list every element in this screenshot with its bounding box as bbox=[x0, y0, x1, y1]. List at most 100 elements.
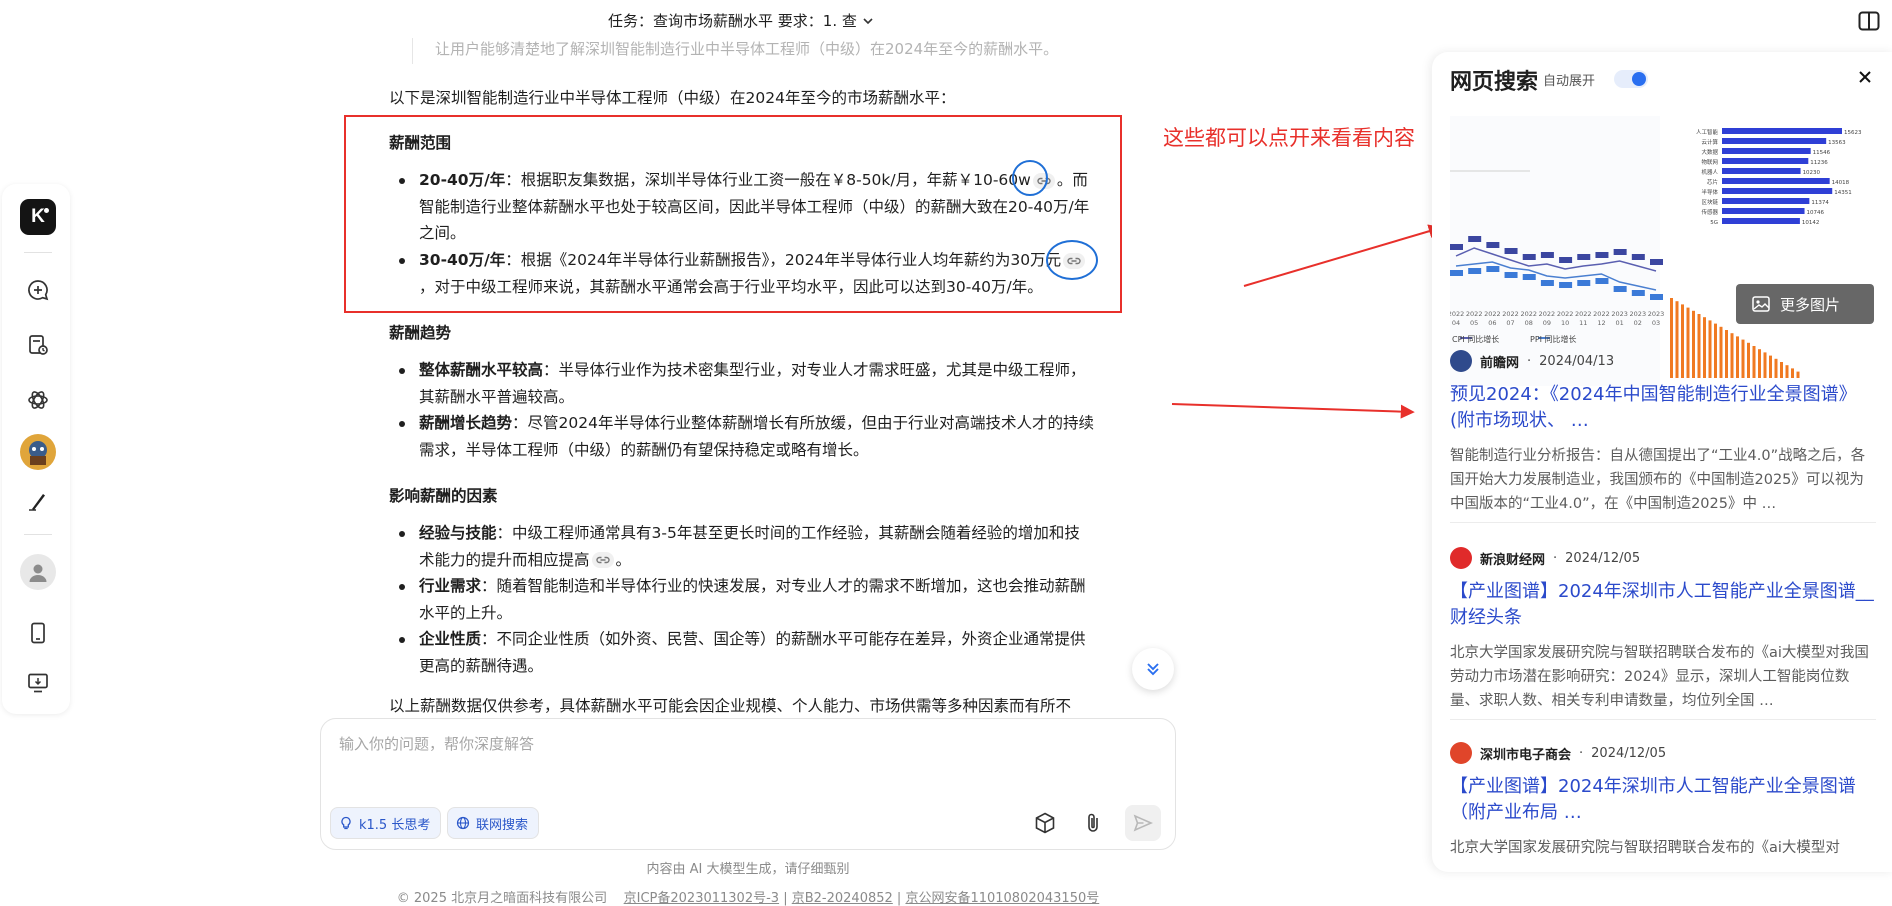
x-tick-label: 2022 bbox=[1466, 310, 1483, 318]
attach-button[interactable] bbox=[1075, 805, 1111, 841]
x-tick-label: 05 bbox=[1470, 319, 1478, 327]
x-tick-label: 2022 bbox=[1539, 310, 1556, 318]
source-favicon-icon bbox=[1450, 547, 1472, 569]
cpi-data-label bbox=[1522, 254, 1536, 260]
bar-category-label: 半导体 bbox=[1701, 188, 1718, 196]
bar-value-label: 14018 bbox=[1832, 180, 1850, 186]
auto-expand-label: 自动展开 bbox=[1543, 74, 1596, 89]
legend-label: PPI 同比增长 bbox=[1530, 334, 1577, 344]
image-icon bbox=[1752, 296, 1770, 312]
more-images-label: 更多图片 bbox=[1780, 295, 1841, 314]
close-icon bbox=[1859, 71, 1871, 83]
bar-value-label: 10142 bbox=[1802, 220, 1820, 226]
result-title-link[interactable]: 预见2024：《2024年中国智能制造行业全景图谱》(附市场现状、 … bbox=[1450, 382, 1876, 434]
source-name: 前瞻网 bbox=[1480, 355, 1520, 371]
bar-value-label: 13563 bbox=[1828, 140, 1846, 146]
b2-link[interactable]: 京B2-20240852 bbox=[792, 891, 893, 906]
x-tick-label: 10 bbox=[1561, 319, 1569, 327]
source-name: 新浪财经网 bbox=[1480, 552, 1546, 568]
result-divider bbox=[1450, 719, 1876, 720]
bar-category-label: 大数据 bbox=[1701, 148, 1718, 156]
preview-chart-images: 2022042022052022062022072022082022092022… bbox=[1448, 116, 1874, 386]
bar-value-label: 15623 bbox=[1844, 130, 1862, 136]
annotation-arrow bbox=[1243, 224, 1443, 287]
result-source: 新浪财经网 · 2024/12/05 bbox=[1450, 547, 1876, 569]
x-tick-label: 2022 bbox=[1557, 310, 1574, 318]
search-result[interactable]: 深圳市电子商会 · 2024/12/05 【产业图谱】2024年深圳市人工智能产业… bbox=[1450, 742, 1876, 860]
search-result[interactable]: 前瞻网 · 2024/04/13 预见2024：《2024年中国智能制造行业全景图… bbox=[1450, 350, 1876, 523]
ppi-data-label bbox=[1450, 270, 1463, 276]
bar-mark bbox=[1722, 158, 1809, 164]
bar-value-label: 11546 bbox=[1813, 150, 1831, 156]
x-tick-label: 2022 bbox=[1450, 310, 1464, 318]
x-tick-label: 2022 bbox=[1502, 310, 1519, 318]
bar-category-label: 机器人 bbox=[1701, 168, 1718, 176]
send-button[interactable] bbox=[1125, 805, 1161, 841]
paperclip-icon bbox=[1088, 813, 1098, 832]
x-tick-label: 2022 bbox=[1520, 310, 1537, 318]
bar-category-label: 物联网 bbox=[1701, 158, 1718, 166]
result-snippet: 北京大学国家发展研究院与智联招聘联合发布的《ai大模型对我国劳动力市场潜在影响研… bbox=[1450, 645, 1869, 709]
ai-disclaimer: 内容由 AI 大模型生成，请仔细甄别 bbox=[646, 862, 850, 877]
bar-mark bbox=[1722, 128, 1842, 134]
cpi-data-label bbox=[1595, 252, 1609, 258]
ppi-data-label bbox=[1486, 266, 1500, 272]
cpi-data-label bbox=[1486, 242, 1500, 248]
source-name: 深圳市电子商会 bbox=[1480, 747, 1572, 763]
police-link[interactable]: 京公网安备11010802043150号 bbox=[905, 891, 1099, 906]
icp-link[interactable]: 京ICP备2023011302号-3 bbox=[624, 891, 779, 906]
x-tick-label: 2022 bbox=[1484, 310, 1501, 318]
bar-category-label: 芯片 bbox=[1707, 178, 1718, 186]
cpi-data-label bbox=[1468, 236, 1482, 242]
cube-tool-button[interactable] bbox=[1027, 805, 1063, 841]
ppi-data-label bbox=[1577, 280, 1591, 286]
source-favicon-icon bbox=[1450, 742, 1472, 764]
footer-legal: © 2025 北京月之暗面科技有限公司 京ICP备2023011302号-3 |… bbox=[396, 891, 1100, 906]
bar-value-label: 11236 bbox=[1810, 160, 1828, 166]
bar-value-label: 10230 bbox=[1803, 170, 1821, 176]
ppi-data-label bbox=[1504, 272, 1518, 278]
bar-mark bbox=[1722, 148, 1811, 154]
result-source: 前瞻网 · 2024/04/13 bbox=[1450, 350, 1876, 372]
bar-category-label: 传感器 bbox=[1701, 208, 1718, 216]
bar-mark bbox=[1722, 168, 1801, 174]
cpi-data-label bbox=[1540, 252, 1554, 258]
result-snippet: 北京大学国家发展研究院与智联招聘联合发布的《ai大模型对 bbox=[1450, 840, 1840, 856]
chip-label: 联网搜索 bbox=[476, 817, 529, 833]
ppi-data-label bbox=[1540, 280, 1554, 286]
bar-mark bbox=[1722, 188, 1833, 194]
web-search-toggle[interactable]: 联网搜索 bbox=[447, 807, 540, 839]
bar-mark bbox=[1722, 198, 1810, 204]
x-tick-label: 08 bbox=[1525, 319, 1533, 327]
source-date: 2024/04/13 bbox=[1539, 353, 1615, 369]
x-tick-label: 2023 bbox=[1611, 310, 1628, 318]
close-panel-button[interactable] bbox=[1854, 66, 1876, 88]
chip-label: k1.5 长思考 bbox=[359, 817, 431, 833]
bar-mark bbox=[1722, 138, 1827, 144]
cpi-data-label bbox=[1577, 254, 1591, 260]
chat-input[interactable] bbox=[339, 735, 1139, 753]
more-images-button[interactable]: 更多图片 bbox=[1736, 284, 1874, 324]
ppi-data-label bbox=[1468, 268, 1482, 274]
cube-icon bbox=[1035, 812, 1055, 834]
legend-label: CPI 同比增长 bbox=[1452, 334, 1499, 344]
x-tick-label: 09 bbox=[1543, 319, 1551, 327]
result-divider bbox=[1450, 522, 1876, 523]
x-tick-label: 2022 bbox=[1575, 310, 1592, 318]
result-title-link[interactable]: 【产业图谱】2024年深圳市人工智能产业全景图谱__财经头条 bbox=[1450, 579, 1876, 631]
ppi-data-label bbox=[1595, 278, 1609, 284]
bar-category-label: 区块链 bbox=[1701, 198, 1718, 206]
source-favicon-icon bbox=[1450, 350, 1472, 372]
cpi-data-label bbox=[1450, 244, 1463, 250]
long-thinking-toggle[interactable]: k1.5 长思考 bbox=[330, 807, 442, 839]
result-title-link[interactable]: 【产业图谱】2024年深圳市人工智能产业全景图谱（附产业布局 … bbox=[1450, 774, 1876, 826]
source-date: 2024/12/05 bbox=[1565, 550, 1641, 566]
source-date: 2024/12/05 bbox=[1591, 745, 1667, 761]
auto-expand-toggle[interactable] bbox=[1614, 70, 1648, 88]
result-source: 深圳市电子商会 · 2024/12/05 bbox=[1450, 742, 1876, 764]
bar-mark bbox=[1722, 208, 1805, 214]
cpi-data-label bbox=[1504, 248, 1518, 254]
search-result[interactable]: 新浪财经网 · 2024/12/05 【产业图谱】2024年深圳市人工智能产业全景… bbox=[1450, 547, 1876, 720]
image-preview-strip[interactable]: 2022042022052022062022072022082022092022… bbox=[1448, 116, 1874, 386]
bar-mark bbox=[1722, 218, 1800, 224]
